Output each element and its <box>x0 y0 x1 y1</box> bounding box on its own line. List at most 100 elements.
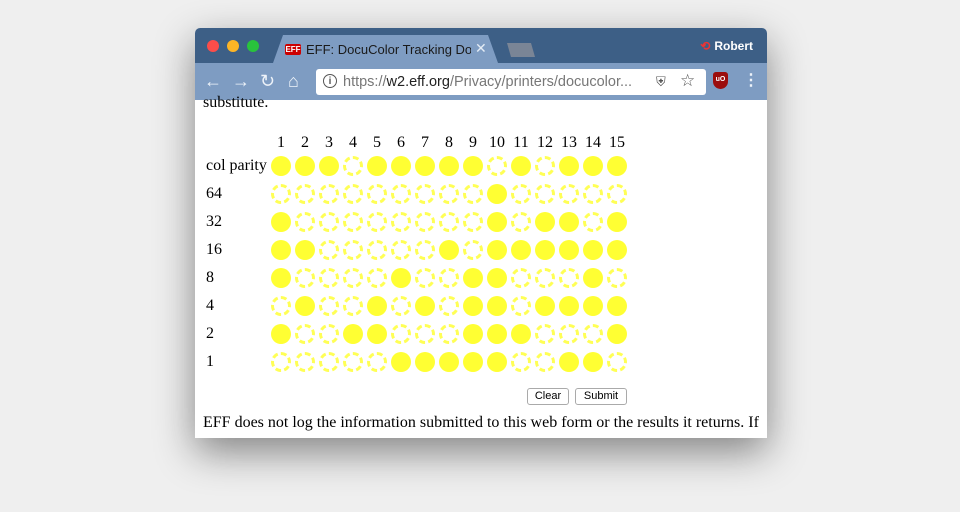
menu-icon[interactable]: ⋮ <box>743 70 759 90</box>
dot-empty[interactable] <box>343 184 363 204</box>
dot-empty[interactable] <box>271 296 291 316</box>
dot-filled[interactable] <box>439 352 459 372</box>
dot-filled[interactable] <box>343 324 363 344</box>
dot-empty[interactable] <box>367 268 387 288</box>
dot-filled[interactable] <box>583 352 603 372</box>
dot-filled[interactable] <box>439 240 459 260</box>
dot-filled[interactable] <box>487 296 507 316</box>
dot-empty[interactable] <box>535 324 555 344</box>
dot-empty[interactable] <box>271 184 291 204</box>
dot-filled[interactable] <box>607 296 627 316</box>
dot-filled[interactable] <box>295 296 315 316</box>
dot-empty[interactable] <box>559 184 579 204</box>
dot-filled[interactable] <box>415 296 435 316</box>
dot-filled[interactable] <box>271 212 291 232</box>
dot-filled[interactable] <box>583 240 603 260</box>
ublock-icon[interactable]: uO <box>713 72 728 89</box>
dot-filled[interactable] <box>583 268 603 288</box>
dot-filled[interactable] <box>607 324 627 344</box>
dot-filled[interactable] <box>295 156 315 176</box>
tab-active[interactable]: EFF EFF: DocuColor Tracking Dot Decoding… <box>273 35 498 63</box>
dot-filled[interactable] <box>463 296 483 316</box>
dot-filled[interactable] <box>271 324 291 344</box>
dot-empty[interactable] <box>319 352 339 372</box>
dot-empty[interactable] <box>535 352 555 372</box>
dot-filled[interactable] <box>271 240 291 260</box>
dot-empty[interactable] <box>439 296 459 316</box>
dot-filled[interactable] <box>607 240 627 260</box>
dot-empty[interactable] <box>319 212 339 232</box>
dot-filled[interactable] <box>607 156 627 176</box>
dot-filled[interactable] <box>463 268 483 288</box>
dot-empty[interactable] <box>511 352 531 372</box>
dot-empty[interactable] <box>415 184 435 204</box>
dot-empty[interactable] <box>367 352 387 372</box>
dot-filled[interactable] <box>535 240 555 260</box>
profile-button[interactable]: ⟲ Robert <box>700 39 753 53</box>
home-icon[interactable]: ⌂ <box>288 71 299 91</box>
dot-empty[interactable] <box>295 268 315 288</box>
dot-filled[interactable] <box>583 156 603 176</box>
dot-empty[interactable] <box>295 352 315 372</box>
dot-empty[interactable] <box>607 352 627 372</box>
dot-filled[interactable] <box>487 212 507 232</box>
submit-button[interactable]: Submit <box>575 388 627 405</box>
dot-filled[interactable] <box>511 240 531 260</box>
dot-empty[interactable] <box>439 268 459 288</box>
dot-empty[interactable] <box>511 296 531 316</box>
dot-empty[interactable] <box>391 212 411 232</box>
dot-empty[interactable] <box>439 184 459 204</box>
dot-filled[interactable] <box>415 156 435 176</box>
dot-empty[interactable] <box>511 184 531 204</box>
info-icon[interactable]: i <box>323 74 337 88</box>
dot-filled[interactable] <box>271 268 291 288</box>
dot-empty[interactable] <box>463 212 483 232</box>
dot-filled[interactable] <box>367 324 387 344</box>
dot-filled[interactable] <box>511 324 531 344</box>
dot-empty[interactable] <box>319 296 339 316</box>
dot-filled[interactable] <box>487 240 507 260</box>
shield-blocked-icon[interactable]: ⛨ <box>656 74 666 90</box>
dot-filled[interactable] <box>487 324 507 344</box>
dot-filled[interactable] <box>367 296 387 316</box>
forward-icon[interactable]: → <box>232 71 250 91</box>
dot-empty[interactable] <box>319 240 339 260</box>
dot-empty[interactable] <box>367 184 387 204</box>
dot-filled[interactable] <box>391 268 411 288</box>
new-tab-button[interactable] <box>507 43 535 57</box>
dot-empty[interactable] <box>295 212 315 232</box>
minimize-window-button[interactable] <box>227 40 239 52</box>
dot-empty[interactable] <box>415 324 435 344</box>
dot-filled[interactable] <box>487 184 507 204</box>
dot-empty[interactable] <box>391 296 411 316</box>
dot-filled[interactable] <box>295 240 315 260</box>
dot-filled[interactable] <box>487 352 507 372</box>
dot-empty[interactable] <box>607 184 627 204</box>
dot-filled[interactable] <box>463 156 483 176</box>
dot-empty[interactable] <box>319 184 339 204</box>
dot-empty[interactable] <box>343 296 363 316</box>
dot-filled[interactable] <box>559 156 579 176</box>
back-icon[interactable]: ← <box>204 71 222 91</box>
dot-empty[interactable] <box>535 184 555 204</box>
dot-empty[interactable] <box>295 184 315 204</box>
dot-empty[interactable] <box>439 212 459 232</box>
dot-filled[interactable] <box>583 296 603 316</box>
tab-close-icon[interactable]: ✕ <box>475 40 487 57</box>
dot-empty[interactable] <box>511 212 531 232</box>
dot-empty[interactable] <box>511 268 531 288</box>
dot-empty[interactable] <box>415 268 435 288</box>
dot-filled[interactable] <box>463 352 483 372</box>
dot-empty[interactable] <box>343 240 363 260</box>
dot-empty[interactable] <box>343 352 363 372</box>
dot-empty[interactable] <box>463 184 483 204</box>
dot-empty[interactable] <box>463 240 483 260</box>
dot-empty[interactable] <box>391 324 411 344</box>
dot-empty[interactable] <box>319 324 339 344</box>
dot-filled[interactable] <box>559 296 579 316</box>
dot-filled[interactable] <box>559 240 579 260</box>
dot-empty[interactable] <box>391 240 411 260</box>
close-window-button[interactable] <box>207 40 219 52</box>
dot-empty[interactable] <box>367 240 387 260</box>
maximize-window-button[interactable] <box>247 40 259 52</box>
